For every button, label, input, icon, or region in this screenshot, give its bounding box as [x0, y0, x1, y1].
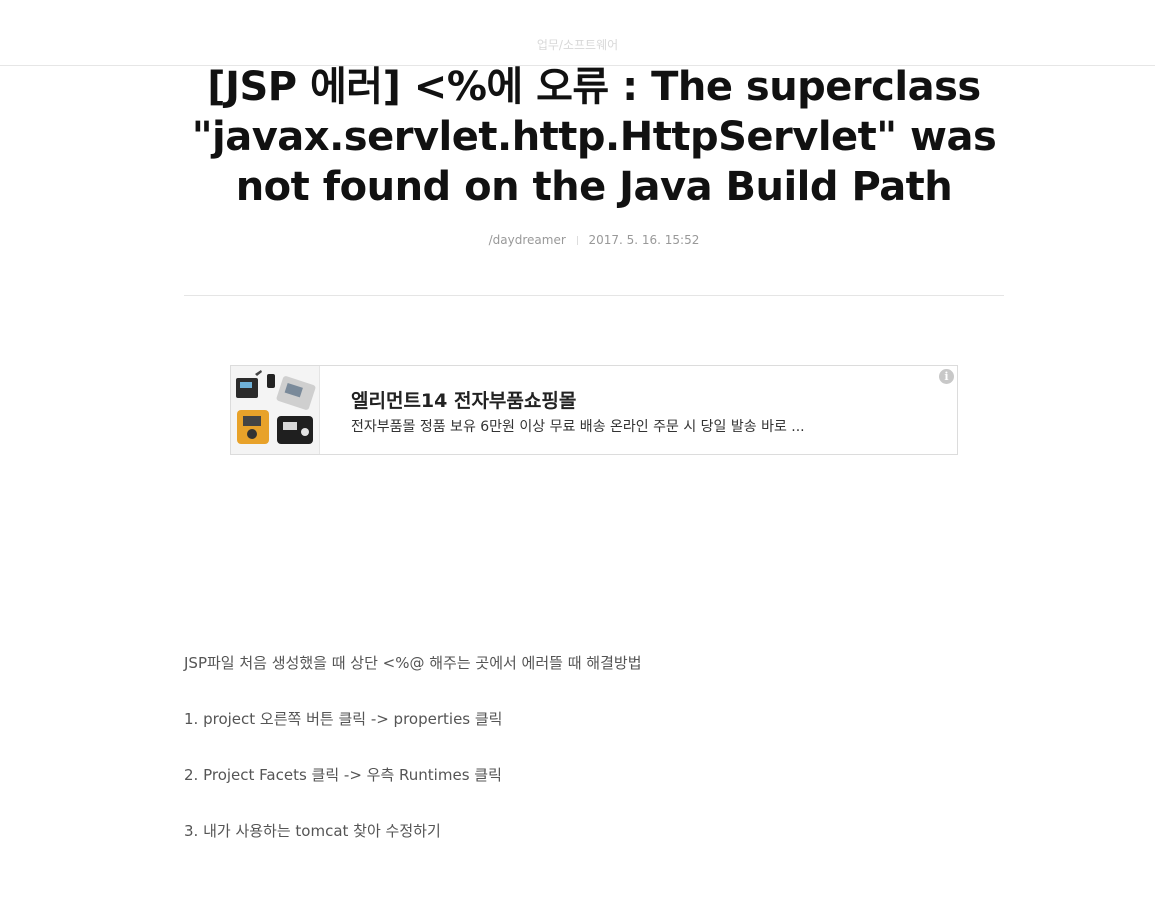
ad-info-icon[interactable]: i [939, 369, 954, 384]
content-paragraph: 1. project 오른쪽 버튼 클릭 -> properties 클릭 [184, 710, 503, 728]
blog-category-link[interactable]: 업무/소프트웨어 [0, 36, 1155, 53]
ad-description[interactable]: 전자부품몰 정품 보유 6만원 이상 무료 배송 온라인 주문 시 당일 발송 … [351, 416, 805, 436]
ad-banner[interactable]: 엘리먼트14 전자부품쇼핑몰 전자부품몰 정품 보유 6만원 이상 무료 배송 … [230, 365, 958, 455]
title-divider [184, 295, 1004, 296]
content-paragraph: 2. Project Facets 클릭 -> 우측 Runtimes 클릭 [184, 766, 502, 784]
electronics-products-image [231, 366, 319, 454]
meta-separator [576, 236, 578, 245]
ad-title[interactable]: 엘리먼트14 전자부품쇼핑몰 [351, 386, 576, 413]
post-title: [JSP 에러] <%에 오류 : The superclass "javax.… [191, 64, 997, 210]
post-meta: /daydreamer 2017. 5. 16. 15:52 [0, 233, 1155, 247]
post-author[interactable]: /daydreamer [489, 233, 566, 247]
content-paragraph: JSP파일 처음 생성했을 때 상단 <%@ 해주는 곳에서 에러뜰 때 해결방… [184, 654, 642, 672]
post-date: 2017. 5. 16. 15:52 [588, 233, 700, 247]
ad-product-image[interactable] [231, 366, 320, 454]
content-paragraph: 3. 내가 사용하는 tomcat 찾아 수정하기 [184, 822, 441, 840]
top-header-bar [0, 0, 1155, 66]
